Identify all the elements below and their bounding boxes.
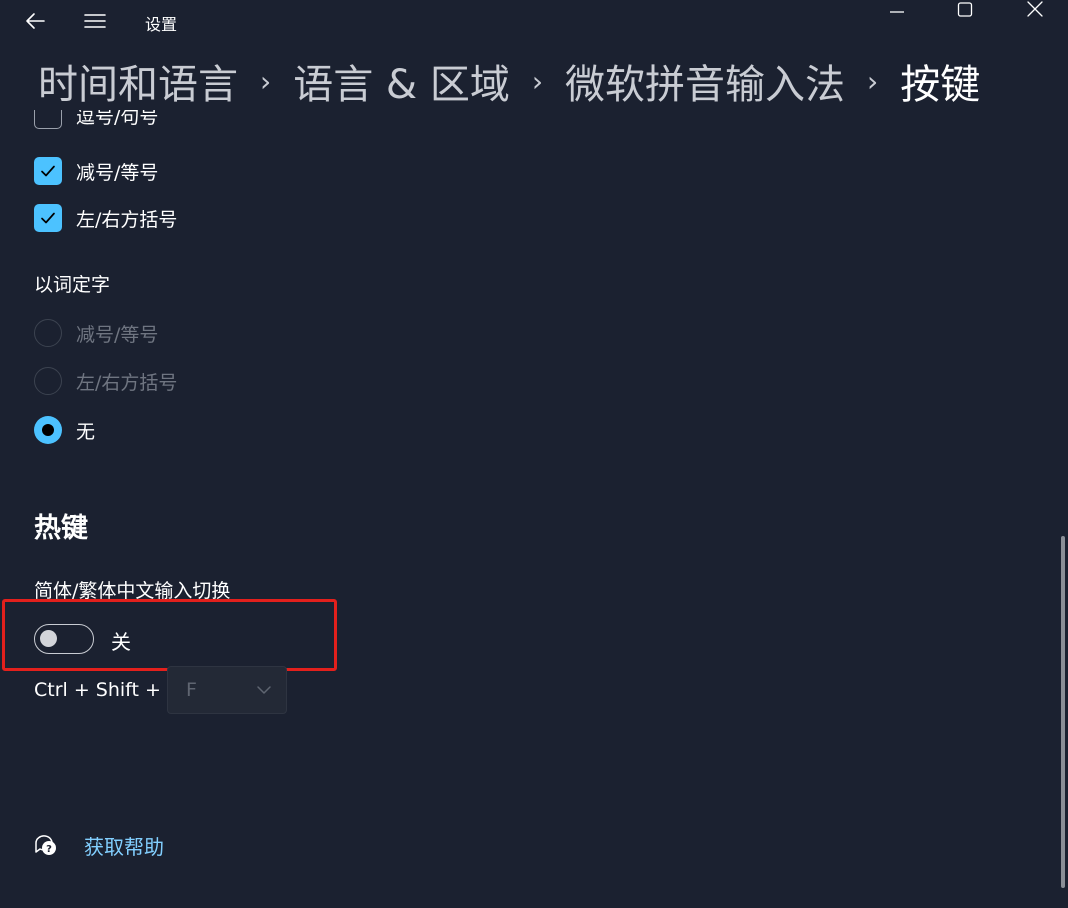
hotkeys-heading: 热键: [34, 513, 88, 544]
checkbox-checked[interactable]: [34, 204, 62, 232]
chevron-down-icon: [256, 685, 272, 695]
breadcrumb-separator: ›: [531, 64, 544, 98]
simplified-traditional-toggle[interactable]: [34, 624, 94, 654]
radio-button-disabled: [34, 367, 62, 395]
radio-button-selected[interactable]: [34, 416, 62, 444]
hamburger-menu-icon: [84, 14, 106, 28]
radio-option-minus-equal: 减号/等号: [34, 316, 158, 350]
breadcrumb-time-language[interactable]: 时间和语言: [38, 52, 238, 110]
clipped-option-area: 逗号/句号: [0, 110, 400, 136]
checkbox-label: 减号/等号: [76, 161, 159, 184]
checkbox-unchecked[interactable]: [34, 110, 62, 129]
close-button[interactable]: [1012, 0, 1058, 20]
checkbox-option-brackets[interactable]: 左/右方括号: [34, 201, 177, 235]
breadcrumb-ms-pinyin[interactable]: 微软拼音输入法: [565, 52, 845, 110]
toggle-state-label: 关: [111, 630, 131, 654]
navigation-menu-button[interactable]: [78, 6, 112, 36]
shortcut-key-value: F: [186, 679, 197, 701]
svg-text:?: ?: [46, 844, 52, 855]
help-chat-icon: ?: [35, 835, 56, 855]
toggle-knob: [40, 630, 57, 647]
close-icon: [1027, 1, 1043, 17]
get-help-row[interactable]: ? 获取帮助: [32, 828, 164, 862]
settings-window: 设置 时间和语言 › 语言 & 区域 › 微软拼音输入法 › 按键 逗号/句号 …: [0, 0, 1068, 908]
checkbox-checked[interactable]: [34, 157, 62, 185]
radio-label: 减号/等号: [76, 323, 159, 346]
breadcrumb-keys: 按键: [900, 62, 981, 108]
back-arrow-icon: [26, 13, 45, 29]
breadcrumb-language-region[interactable]: 语言 & 区域: [293, 52, 510, 110]
checkbox-label: 左/右方括号: [76, 208, 178, 231]
breadcrumb-separator: ›: [867, 64, 879, 98]
get-help-link[interactable]: 获取帮助: [84, 831, 164, 860]
radio-label: 左/右方括号: [76, 371, 178, 394]
checkbox-label: 逗号/句号: [76, 110, 159, 128]
checkmark-icon: [41, 165, 55, 177]
radio-label: 无: [76, 420, 96, 443]
minimize-button[interactable]: [874, 0, 920, 20]
minimize-icon: [890, 11, 904, 13]
shortcut-prefix-label: Ctrl + Shift +: [34, 679, 161, 701]
breadcrumb-separator: ›: [260, 64, 272, 98]
radio-dot: [42, 424, 54, 436]
app-title: 设置: [145, 15, 178, 34]
maximize-icon: [957, 2, 973, 17]
checkbox-option-comma-period[interactable]: 逗号/句号: [34, 110, 158, 132]
title-bar: 设置: [0, 0, 1068, 44]
radio-option-brackets: 左/右方括号: [34, 364, 177, 398]
radio-option-none[interactable]: 无: [34, 413, 95, 447]
vertical-scrollbar[interactable]: [1061, 536, 1065, 888]
maximize-button[interactable]: [942, 0, 988, 20]
checkmark-icon: [41, 212, 55, 224]
word-to-char-label: 以词定字: [34, 274, 111, 296]
back-button[interactable]: [18, 6, 52, 36]
checkbox-option-minus-equal[interactable]: 减号/等号: [34, 154, 158, 188]
radio-button-disabled: [34, 319, 62, 347]
breadcrumb: 时间和语言 › 语言 & 区域 › 微软拼音输入法 › 按键: [38, 52, 980, 110]
shortcut-key-dropdown: F: [167, 666, 287, 714]
